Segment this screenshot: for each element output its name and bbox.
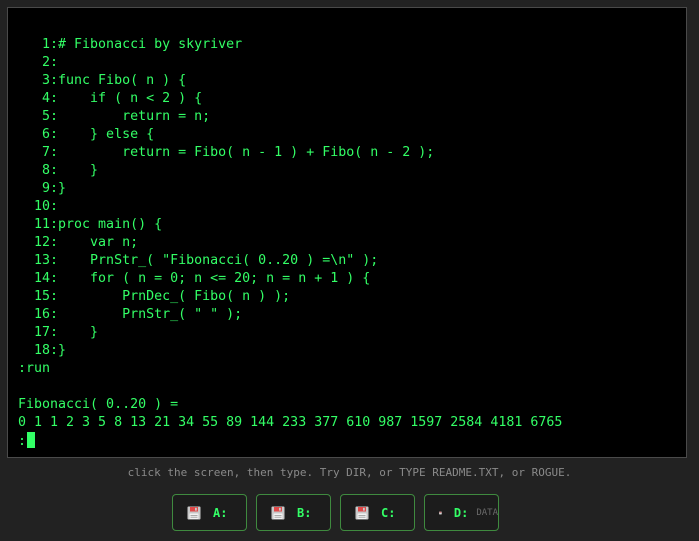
drive-b-button[interactable]: B:	[256, 494, 331, 531]
terminal-line: 10:	[18, 199, 59, 214]
terminal-line: 14: for ( n = 0; n <= 20; n = n + 1 ) {	[18, 271, 371, 286]
terminal-prompt-line[interactable]: :	[18, 432, 680, 450]
drive-label: C:	[381, 505, 396, 520]
drive-label: B:	[297, 505, 312, 520]
terminal-line: Fibonacci( 0..20 ) =	[18, 397, 179, 412]
terminal-line: 12: var n;	[18, 235, 139, 250]
terminal-line: 2:	[18, 55, 59, 70]
terminal-line: 17: }	[18, 325, 99, 340]
terminal-line: 18:}	[18, 343, 67, 358]
text-cursor	[27, 432, 36, 448]
terminal-line: :run	[18, 361, 51, 376]
floppy-disk-icon	[355, 506, 369, 519]
terminal-prompt: :	[18, 434, 27, 449]
floppy-disk-icon	[271, 506, 285, 519]
terminal-line: 3:func Fibo( n ) {	[18, 73, 187, 88]
terminal-line: 5: return = n;	[18, 109, 211, 124]
terminal-line: 0 1 1 2 3 5 8 13 21 34 55 89 144 233 377…	[18, 415, 563, 430]
terminal-line: 8: }	[18, 163, 99, 178]
terminal-line: 15: PrnDec_( Fibo( n ) );	[18, 289, 291, 304]
terminal-screen[interactable]: 1:# Fibonacci by skyriver 2: 3:func Fibo…	[7, 7, 687, 458]
usage-hint: click the screen, then type. Try DIR, or…	[127, 466, 572, 479]
terminal-line: 6: } else {	[18, 127, 155, 142]
floppy-disk-icon	[187, 506, 201, 519]
terminal-line: 11:proc main() {	[18, 217, 163, 232]
drive-label: D:	[453, 505, 469, 520]
drive-a-button[interactable]: A:	[172, 494, 247, 531]
drive-bar: A: B: C: D: DATA	[172, 494, 499, 531]
drive-sublabel: DATA	[476, 507, 498, 518]
terminal-line: 16: PrnStr_( " " );	[18, 307, 243, 322]
terminal-line: 4: if ( n < 2 ) {	[18, 91, 203, 106]
drive-label: A:	[213, 505, 228, 520]
drive-d-button[interactable]: D: DATA	[424, 494, 499, 531]
terminal-line: 13: PrnStr_( "Fibonacci( 0..20 ) =\n" );	[18, 253, 379, 268]
terminal-line: 9:}	[18, 181, 67, 196]
floppy-disk-icon	[439, 511, 442, 514]
terminal-output: 1:# Fibonacci by skyriver 2: 3:func Fibo…	[18, 36, 680, 450]
drive-c-button[interactable]: C:	[340, 494, 415, 531]
terminal-line: 7: return = Fibo( n - 1 ) + Fibo( n - 2 …	[18, 145, 435, 160]
terminal-line: 1:# Fibonacci by skyriver	[18, 37, 243, 52]
